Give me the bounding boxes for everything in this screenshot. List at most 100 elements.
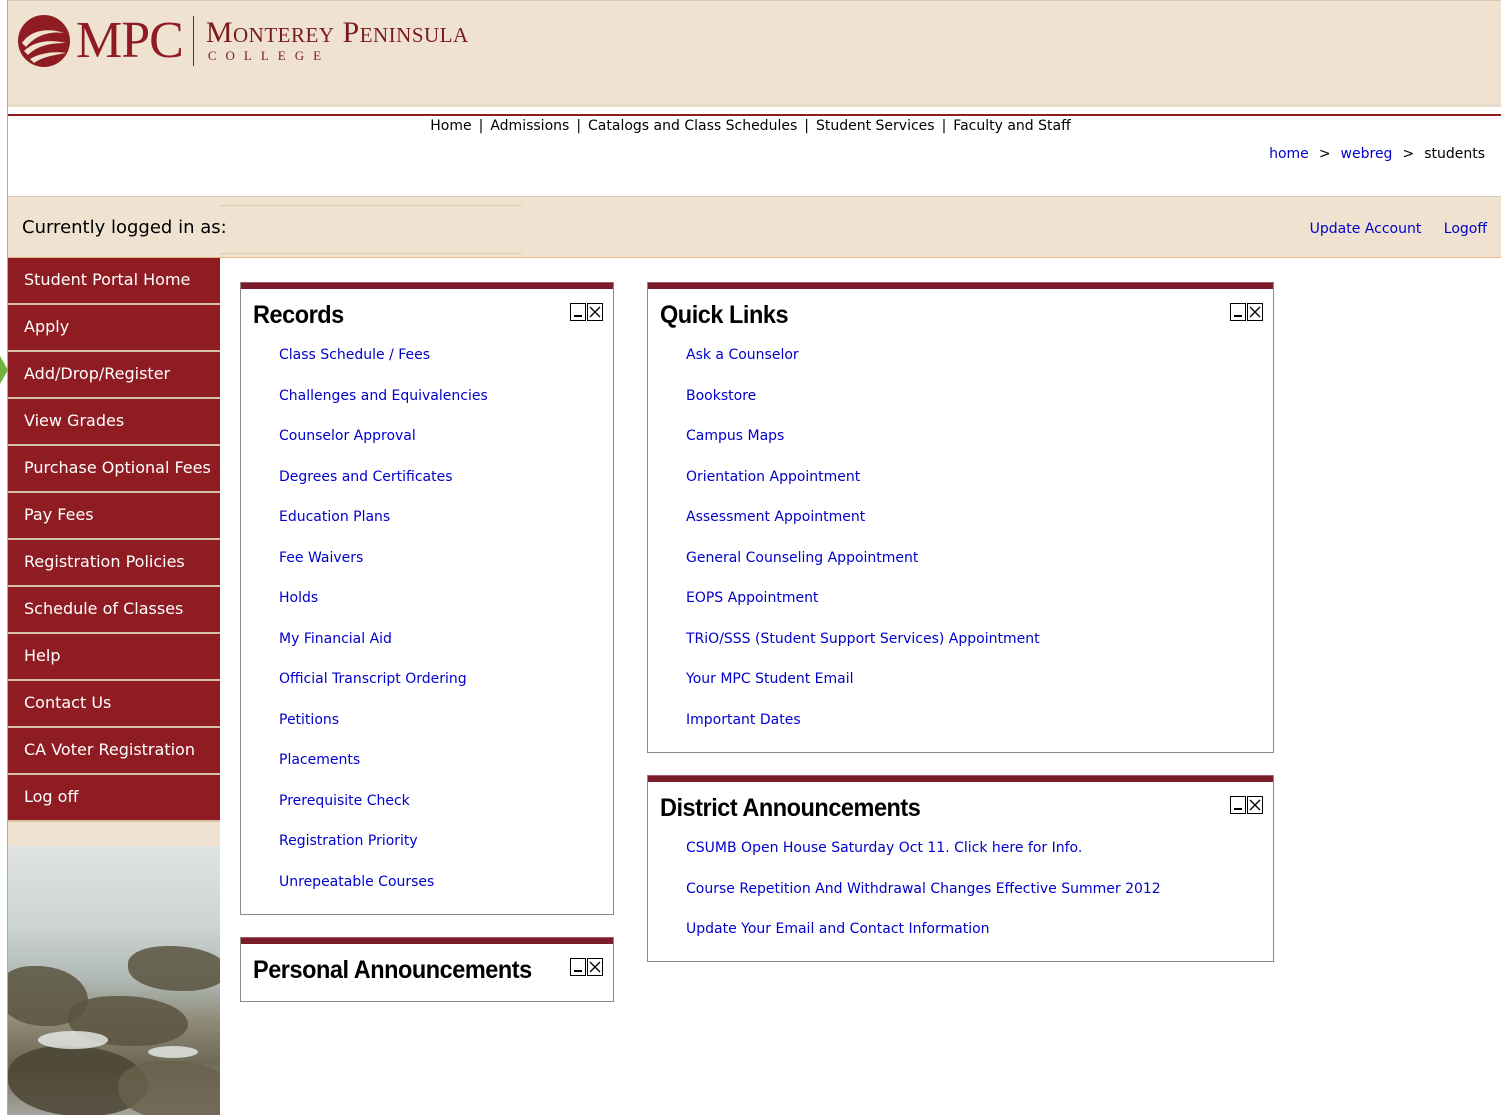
- sidebar-item-help[interactable]: Help: [8, 634, 220, 681]
- district-link-csumb-open-house[interactable]: CSUMB Open House Saturday Oct 11. Click …: [686, 840, 1082, 856]
- records-link-holds[interactable]: Holds: [279, 590, 318, 606]
- records-links: Class Schedule / Fees Challenges and Equ…: [241, 335, 613, 902]
- district-announcements-panel: District Announcements CSUMB Open House …: [647, 775, 1274, 962]
- sidebar-item-contact-us[interactable]: Contact Us: [8, 681, 220, 728]
- coastline-photo: [8, 846, 220, 1115]
- close-icon[interactable]: [587, 303, 603, 321]
- list-item: Assessment Appointment: [648, 497, 1273, 538]
- list-item: Class Schedule / Fees: [241, 335, 613, 376]
- sidebar-item-ca-voter-registration[interactable]: CA Voter Registration: [8, 728, 220, 775]
- list-item: Update Your Email and Contact Informatio…: [648, 909, 1273, 950]
- district-link-course-repetition[interactable]: Course Repetition And Withdrawal Changes…: [686, 881, 1161, 897]
- list-item: My Financial Aid: [241, 619, 613, 660]
- records-link-fee-waivers[interactable]: Fee Waivers: [279, 550, 363, 566]
- list-item: Your MPC Student Email: [648, 659, 1273, 700]
- minimize-icon[interactable]: [570, 958, 586, 976]
- header-divider: [8, 104, 1501, 116]
- sidebar-item-student-portal-home[interactable]: Student Portal Home: [8, 258, 220, 305]
- district-link-update-email[interactable]: Update Your Email and Contact Informatio…: [686, 921, 990, 937]
- close-icon[interactable]: [1247, 796, 1263, 814]
- logoff-link[interactable]: Logoff: [1444, 221, 1487, 237]
- quick-link-trio-sss[interactable]: TRiO/SSS (Student Support Services) Appo…: [686, 631, 1040, 647]
- breadcrumb: home > webreg > students: [1269, 146, 1485, 162]
- logo-wordmark: Monterey Peninsula COLLEGE: [206, 18, 469, 64]
- list-item: Petitions: [241, 700, 613, 741]
- logo-college-sub: COLLEGE: [207, 48, 331, 63]
- breadcrumb-webreg[interactable]: webreg: [1341, 146, 1393, 162]
- list-item: General Counseling Appointment: [648, 538, 1273, 579]
- records-panel: Records Class Schedule / Fees Challenges…: [240, 282, 614, 915]
- district-announcements-title: District Announcements: [660, 794, 921, 822]
- breadcrumb-home[interactable]: home: [1269, 146, 1309, 162]
- nav-catalogs[interactable]: Catalogs and Class Schedules: [588, 118, 797, 134]
- records-link-transcript[interactable]: Official Transcript Ordering: [279, 671, 467, 687]
- district-announcements-list: CSUMB Open House Saturday Oct 11. Click …: [648, 828, 1273, 950]
- quick-link-orientation[interactable]: Orientation Appointment: [686, 469, 860, 485]
- update-account-link[interactable]: Update Account: [1310, 221, 1422, 237]
- list-item: Ask a Counselor: [648, 335, 1273, 376]
- close-icon[interactable]: [1247, 303, 1263, 321]
- list-item: Counselor Approval: [241, 416, 613, 457]
- quick-link-assessment[interactable]: Assessment Appointment: [686, 509, 865, 525]
- list-item: Bookstore: [648, 376, 1273, 417]
- nav-admissions[interactable]: Admissions: [490, 118, 569, 134]
- nav-faculty-staff[interactable]: Faculty and Staff: [953, 118, 1070, 134]
- records-title: Records: [253, 301, 344, 329]
- sidebar-item-registration-policies[interactable]: Registration Policies: [8, 540, 220, 587]
- records-link-degrees[interactable]: Degrees and Certificates: [279, 469, 453, 485]
- records-link-counselor-approval[interactable]: Counselor Approval: [279, 428, 416, 444]
- quick-link-bookstore[interactable]: Bookstore: [686, 388, 756, 404]
- list-item: Important Dates: [648, 700, 1273, 741]
- minimize-icon[interactable]: [570, 303, 586, 321]
- wave-logo-icon: [16, 13, 72, 69]
- quick-link-ask-counselor[interactable]: Ask a Counselor: [686, 347, 799, 363]
- logged-in-label: Currently logged in as:: [22, 217, 227, 238]
- window-left-edge: [7, 0, 8, 1115]
- personal-announcements-panel: Personal Announcements: [240, 937, 614, 1002]
- login-status-bar: Currently logged in as: Update Account L…: [8, 196, 1501, 258]
- logo-mpc-text: MPC: [76, 12, 184, 69]
- sidebar-item-purchase-optional-fees[interactable]: Purchase Optional Fees: [8, 446, 220, 493]
- logo-college-name: Monterey Peninsula: [205, 16, 469, 49]
- records-link-registration-priority[interactable]: Registration Priority: [279, 833, 418, 849]
- records-link-unrepeatable-courses[interactable]: Unrepeatable Courses: [279, 874, 434, 890]
- quick-links-title: Quick Links: [660, 301, 789, 329]
- minimize-icon[interactable]: [1230, 796, 1246, 814]
- quick-link-important-dates[interactable]: Important Dates: [686, 712, 801, 728]
- nav-home[interactable]: Home: [430, 118, 471, 134]
- college-logo[interactable]: MPC Monterey Peninsula COLLEGE: [16, 11, 469, 71]
- list-item: Orientation Appointment: [648, 457, 1273, 498]
- quick-link-general-counseling[interactable]: General Counseling Appointment: [686, 550, 918, 566]
- records-link-placements[interactable]: Placements: [279, 752, 360, 768]
- minimize-icon[interactable]: [1230, 303, 1246, 321]
- list-item: Prerequisite Check: [241, 781, 613, 822]
- sidebar-item-log-off[interactable]: Log off: [8, 775, 220, 822]
- top-navigation: Home | Admissions | Catalogs and Class Sched…: [430, 118, 1071, 134]
- records-link-petitions[interactable]: Petitions: [279, 712, 339, 728]
- close-icon[interactable]: [587, 958, 603, 976]
- sidebar-item-add-drop-register[interactable]: Add/Drop/Register: [8, 352, 220, 399]
- records-link-challenges[interactable]: Challenges and Equivalencies: [279, 388, 488, 404]
- quick-link-student-email[interactable]: Your MPC Student Email: [686, 671, 854, 687]
- pointer-arrow-icon: [0, 356, 8, 384]
- records-link-financial-aid[interactable]: My Financial Aid: [279, 631, 392, 647]
- list-item: Education Plans: [241, 497, 613, 538]
- list-item: Course Repetition And Withdrawal Changes…: [648, 869, 1273, 910]
- sidebar-item-pay-fees[interactable]: Pay Fees: [8, 493, 220, 540]
- nav-student-services[interactable]: Student Services: [816, 118, 935, 134]
- personal-announcements-title: Personal Announcements: [253, 956, 532, 984]
- quick-links-panel: Quick Links Ask a Counselor Bookstore Ca…: [647, 282, 1274, 753]
- logo-divider: [192, 16, 194, 66]
- quick-link-eops[interactable]: EOPS Appointment: [686, 590, 818, 606]
- sidebar-item-schedule-of-classes[interactable]: Schedule of Classes: [8, 587, 220, 634]
- list-item: Challenges and Equivalencies: [241, 376, 613, 417]
- records-link-education-plans[interactable]: Education Plans: [279, 509, 390, 525]
- list-item: Official Transcript Ordering: [241, 659, 613, 700]
- list-item: Degrees and Certificates: [241, 457, 613, 498]
- site-header: MPC Monterey Peninsula COLLEGE: [8, 0, 1501, 104]
- records-link-class-schedule-fees[interactable]: Class Schedule / Fees: [279, 347, 430, 363]
- sidebar-item-view-grades[interactable]: View Grades: [8, 399, 220, 446]
- sidebar-item-apply[interactable]: Apply: [8, 305, 220, 352]
- quick-link-campus-maps[interactable]: Campus Maps: [686, 428, 784, 444]
- records-link-prerequisite-check[interactable]: Prerequisite Check: [279, 793, 410, 809]
